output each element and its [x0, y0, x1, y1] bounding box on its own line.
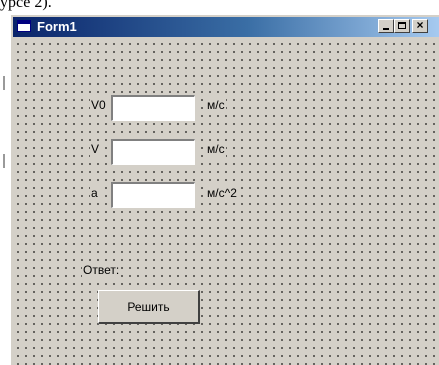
solve-button[interactable]: Решить	[98, 290, 200, 324]
v0-label: V0	[90, 97, 107, 113]
v0-unit-label: м/с	[206, 97, 226, 113]
v-unit-label: м/с	[206, 141, 226, 157]
a-unit-label: м/с^2	[206, 185, 238, 201]
window-icon	[17, 20, 31, 32]
document-text-fragment: урсе 2).	[0, 0, 52, 11]
v-label: V	[90, 141, 101, 157]
form-window: Form1 × V0 м/с V м/с a м/с^2 Ответ: Реши…	[10, 14, 439, 365]
title-bar[interactable]: Form1 ×	[13, 17, 439, 37]
maximize-button[interactable]	[394, 19, 410, 33]
close-icon: ×	[416, 18, 424, 32]
close-button[interactable]: ×	[412, 19, 428, 33]
a-label: a	[90, 185, 99, 201]
margin-marker	[3, 76, 5, 90]
window-title: Form1	[37, 19, 77, 34]
a-input[interactable]	[111, 182, 195, 208]
form-design-surface[interactable]: V0 м/с V м/с a м/с^2 Ответ: Решить	[13, 39, 439, 365]
minimize-button[interactable]	[378, 19, 394, 33]
v0-input[interactable]	[111, 95, 195, 121]
margin-marker	[3, 154, 5, 168]
minimize-icon	[383, 28, 389, 30]
v-input[interactable]	[111, 139, 195, 165]
answer-label: Ответ:	[82, 262, 121, 278]
maximize-icon	[398, 22, 406, 29]
document-left-margin	[0, 14, 10, 365]
